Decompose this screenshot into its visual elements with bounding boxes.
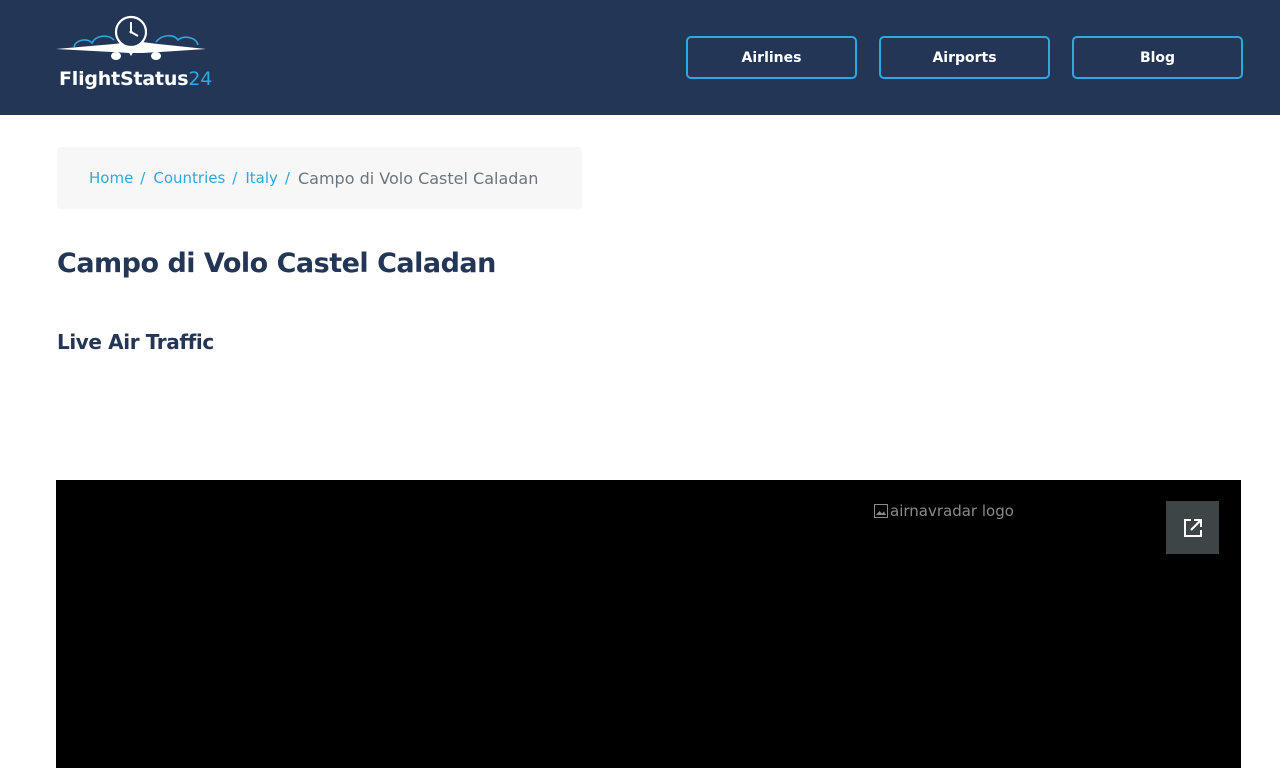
breadcrumb: Home / Countries / Italy / Campo di Volo… [57,147,582,209]
logo-accent: 24 [188,68,213,90]
breadcrumb-separator: / [140,169,146,187]
radar-logo-alt-text: airnavradar logo [890,502,1014,520]
open-in-new-icon [1183,518,1202,537]
site-logo[interactable]: FlightStatus24 [56,12,216,94]
breadcrumb-countries-link[interactable]: Countries [153,169,225,187]
logo-text: FlightStatus24 [59,68,212,90]
section-title-live-air-traffic: Live Air Traffic [57,330,214,354]
page-title: Campo di Volo Castel Caladan [57,248,496,279]
broken-image-icon [874,504,888,518]
airplane-clock-logo-icon [56,15,206,60]
logo-name: FlightStatus [59,68,189,90]
breadcrumb-current: Campo di Volo Castel Caladan [297,168,539,188]
site-header: FlightStatus24 Airlines Airports Blog [0,0,1280,115]
breadcrumb-separator: / [284,169,290,187]
breadcrumb-italy-link[interactable]: Italy [245,169,278,187]
breadcrumb-home-link[interactable]: Home [89,169,133,187]
airnavradar-logo[interactable]: airnavradar logo [873,502,1014,520]
nav-airports-button[interactable]: Airports [879,36,1050,79]
breadcrumb-separator: / [232,169,238,187]
live-radar-widget[interactable]: airnavradar logo [56,480,1241,768]
nav-blog-button[interactable]: Blog [1072,36,1243,79]
open-external-button[interactable] [1166,501,1219,554]
nav-airlines-button[interactable]: Airlines [686,36,857,79]
main-nav: Airlines Airports Blog [686,36,1243,79]
